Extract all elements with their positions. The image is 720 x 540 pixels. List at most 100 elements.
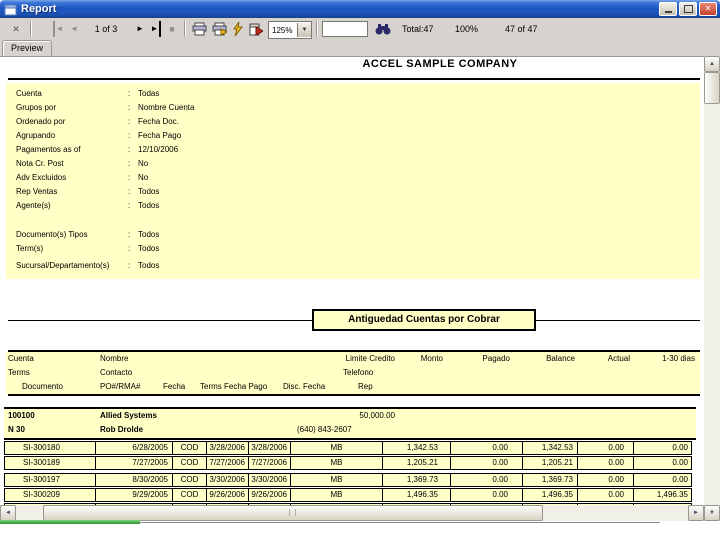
parameter-row: Documento(s) Tipos: Todos (16, 230, 696, 244)
refresh-lightning-icon (232, 22, 243, 36)
print-button[interactable] (190, 21, 208, 37)
parameter-colon: : (128, 261, 131, 270)
stop-button[interactable]: ■ (164, 21, 180, 37)
next-page-icon: ► (136, 24, 144, 33)
export-button[interactable] (246, 21, 264, 37)
cell-1-30-dias: 1,496.35 (656, 490, 688, 499)
cell-documento: SI-300197 (5, 474, 96, 486)
parameter-value: Todos (138, 244, 160, 253)
close-button[interactable]: ✕ (699, 2, 717, 16)
cell-pagado: 0.00 (451, 457, 523, 469)
cell-rep: MB (291, 457, 383, 469)
scroll-left-button[interactable]: ◄ (0, 505, 16, 521)
report-divider (8, 78, 700, 80)
cell-1-30-dias: 0.00 (672, 458, 688, 467)
parameter-colon: : (128, 173, 131, 182)
col-header-monto: Monto (420, 354, 443, 363)
scroll-down-button[interactable]: ▼ (704, 505, 720, 521)
col-header-limite-credito: Limite Credito (345, 354, 395, 363)
report-window-icon (4, 3, 17, 16)
table-row: SI-300189 7/27/2005 COD 7/27/2006 7/27/2… (4, 456, 692, 470)
parameter-value: Todas (138, 89, 160, 98)
parameter-colon: : (128, 187, 131, 196)
print-setup-icon (212, 22, 227, 36)
scroll-up-button[interactable]: ▲ (704, 56, 720, 72)
parameter-label: Grupos por (16, 103, 57, 112)
toolbar: ✕ ◄ ◄ 1 of 3 ► ► ■ 125% ▼ Total:47 100% (0, 18, 720, 41)
header-bottom-rule (8, 394, 700, 396)
zoom-combobox[interactable]: 125% ▼ (268, 21, 312, 39)
col-header-disc-fecha: Disc. Fecha (283, 382, 326, 391)
cell-terms: COD (173, 474, 207, 486)
chevron-down-icon: ▼ (301, 27, 308, 33)
cell-rep: MB (291, 489, 383, 501)
cell-terms: COD (173, 442, 207, 454)
col-header-actual: Actual (607, 354, 630, 363)
col-header-documento: Documento (22, 382, 63, 391)
background-progress-sliver (0, 520, 140, 524)
parameter-row: Cuenta: Todas (16, 89, 696, 103)
cell-monto: 1,342.53 (383, 442, 451, 454)
parameter-colon: : (128, 201, 131, 210)
col-header-fecha: Fecha (163, 382, 186, 391)
print-setup-button[interactable] (210, 21, 228, 37)
cell-actual: 0.00 (578, 489, 634, 501)
parameter-value: No (138, 159, 149, 168)
cell-balance: 1,496.35 (523, 489, 578, 501)
parameter-label: Cuenta (16, 89, 42, 98)
scroll-left-icon: ◄ (5, 510, 11, 516)
col-header-nombre: Nombre (100, 354, 129, 363)
close-report-button[interactable]: ✕ (8, 21, 24, 37)
parameter-value: Todos (138, 187, 160, 196)
search-button[interactable] (374, 21, 392, 37)
report-window: Report ✕ ✕ ◄ ◄ 1 of 3 ► ► ■ 125% ▼ Total… (0, 0, 720, 540)
cell-balance: 1,369.73 (523, 474, 578, 486)
zoom-dropdown-button[interactable]: ▼ (297, 23, 311, 37)
window-title: Report (21, 3, 57, 15)
previous-page-button[interactable]: ◄ (66, 21, 82, 37)
parameter-label: Ordenado por (16, 117, 66, 126)
cell-documento: SI-300180 (5, 442, 96, 454)
group-credit-limit: 50,000.00 (359, 411, 395, 420)
parameter-row: Agrupando: Fecha Pago (16, 131, 696, 145)
cell-balance: 1,342.53 (523, 442, 578, 454)
parameter-label: Term(s) (16, 244, 44, 253)
parameter-label: Documento(s) Tipos (16, 230, 88, 239)
col-header-rep: Rep (358, 382, 373, 391)
cell-1-30-dias: 0.00 (672, 443, 688, 452)
cell-actual: 0.00 (578, 442, 634, 454)
restore-button[interactable] (679, 2, 697, 16)
horizontal-scroll-thumb[interactable]: | | (43, 505, 543, 521)
col-header-1-30-dias: 1-30 dias (662, 354, 695, 363)
vertical-scroll-thumb[interactable] (704, 72, 720, 104)
cell-1-30-dias: 0.00 (672, 475, 688, 484)
parameter-row: Nota Cr. Post: No (16, 159, 696, 173)
search-input[interactable] (322, 21, 368, 37)
next-page-button[interactable]: ► (132, 21, 148, 37)
restore-icon (683, 5, 693, 13)
parameter-value: Todos (138, 201, 160, 210)
tab-preview[interactable]: Preview (2, 40, 52, 57)
first-page-button[interactable]: ◄ (50, 21, 66, 37)
parameter-value: Fecha Pago (138, 131, 182, 140)
parameter-label: Nota Cr. Post (16, 159, 64, 168)
parameter-block: Cuenta: Todas Grupos por: Nombre Cuenta Or… (6, 83, 700, 279)
cell-disc-fecha: 3/30/2006 (249, 474, 291, 486)
horizontal-scrollbar[interactable]: ◄ | | ► (0, 505, 704, 521)
cell-disc-fecha: 3/28/2006 (249, 442, 291, 454)
report-title-box: Antiguedad Cuentas por Cobrar (312, 309, 536, 331)
parameter-row: Pagamentos as of:12/10/2006 (16, 145, 696, 159)
parameter-label: Sucursal/Departamento(s) (16, 261, 110, 270)
parameter-row: Ordenado por: Fecha Doc. (16, 117, 696, 131)
refresh-button[interactable] (230, 21, 244, 37)
vertical-scrollbar[interactable]: ▲ ▼ (704, 56, 720, 521)
status-total: Total:47 (402, 24, 434, 34)
titlebar[interactable]: Report ✕ (0, 0, 720, 18)
minimize-button[interactable] (659, 2, 677, 16)
previous-page-icon: ◄ (70, 24, 78, 33)
parameter-row: Adv Excluidos: No (16, 173, 696, 187)
export-icon (249, 23, 263, 36)
last-page-button[interactable]: ► (148, 21, 164, 37)
col-header-terms: Terms (8, 368, 30, 377)
scroll-right-button[interactable]: ► (688, 505, 704, 521)
